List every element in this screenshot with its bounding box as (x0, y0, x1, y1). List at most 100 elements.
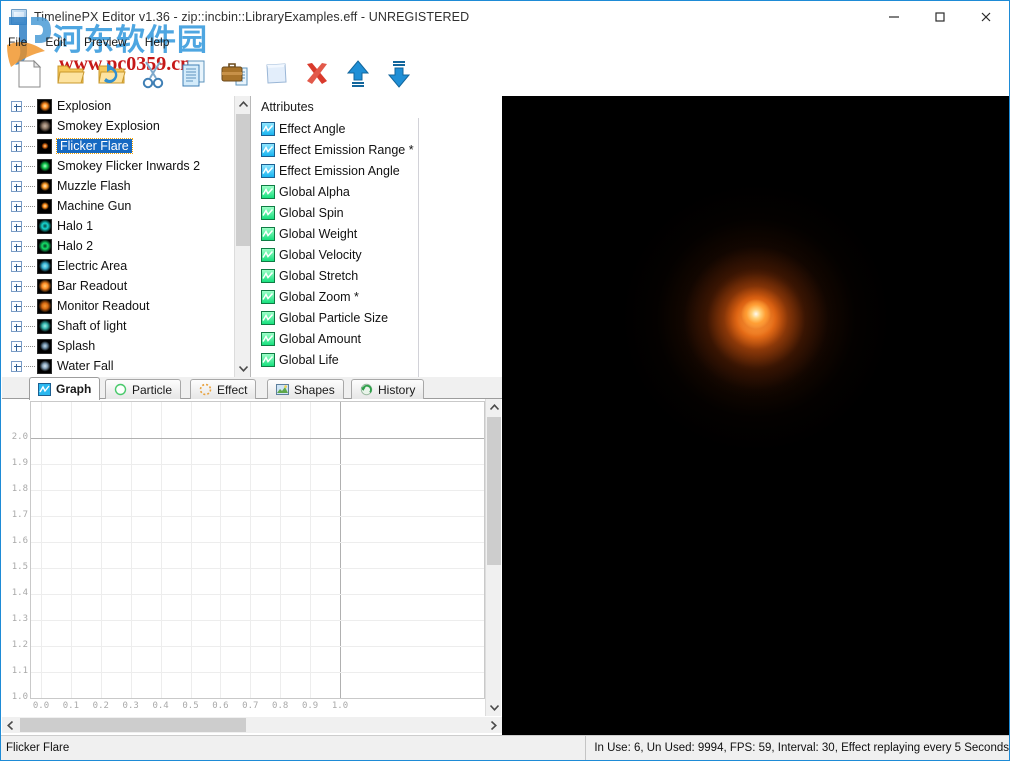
tree-item[interactable]: Halo 2 (2, 236, 234, 256)
tree-item[interactable]: Smokey Explosion (2, 116, 234, 136)
tree-item[interactable]: Electric Area (2, 256, 234, 276)
menu-item-file[interactable]: File (8, 35, 36, 49)
maximize-button[interactable] (917, 1, 963, 32)
status-runtime-info: In Use: 6, Un Used: 9994, FPS: 59, Inter… (586, 736, 1009, 761)
attribute-row[interactable]: Global Particle Size (252, 307, 502, 328)
copy-button[interactable] (173, 53, 214, 94)
effects-tree: ExplosionSmokey ExplosionFlicker FlareSm… (2, 96, 234, 376)
tree-item[interactable]: Water Fall (2, 356, 234, 376)
y-axis-tick-label: 1.0 (12, 692, 28, 702)
tree-scroll-down-button[interactable] (235, 360, 251, 377)
graph-scroll-left-button[interactable] (2, 717, 19, 733)
left-column: ExplosionSmokey ExplosionFlicker FlareSm… (1, 96, 502, 735)
duplicate-button[interactable] (255, 53, 296, 94)
expand-plus-icon[interactable] (11, 301, 22, 312)
reload-folder-button[interactable] (91, 53, 132, 94)
paste-button[interactable] (214, 53, 255, 94)
effects-tree-panel[interactable]: ExplosionSmokey ExplosionFlicker FlareSm… (2, 96, 251, 377)
tree-scroll-up-button[interactable] (235, 96, 251, 113)
tree-item[interactable]: Flicker Flare (2, 136, 234, 156)
graph-hscroll-thumb[interactable] (20, 718, 246, 732)
menu-item-preview[interactable]: Preview (84, 35, 136, 49)
tree-scroll-thumb[interactable] (236, 114, 250, 246)
new-document-icon (16, 59, 44, 89)
move-up-button[interactable] (337, 53, 378, 94)
grid-line-horizontal (31, 672, 484, 673)
grid-line-vertical (310, 402, 311, 698)
tree-item[interactable]: Muzzle Flash (2, 176, 234, 196)
tab-graph[interactable]: Graph (29, 377, 100, 400)
tree-item[interactable]: Shaft of light (2, 316, 234, 336)
expand-plus-icon[interactable] (11, 201, 22, 212)
expand-plus-icon[interactable] (11, 341, 22, 352)
tree-item[interactable]: Smokey Flicker Inwards 2 (2, 156, 234, 176)
graph-scroll-right-button[interactable] (485, 717, 502, 733)
move-down-button[interactable] (378, 53, 419, 94)
expand-plus-icon[interactable] (11, 261, 22, 272)
attribute-row[interactable]: Global Amount (252, 328, 502, 349)
tree-item[interactable]: Bar Readout (2, 276, 234, 296)
grid-line-vertical (131, 402, 132, 698)
attribute-label: Effect Emission Angle (279, 164, 400, 178)
tab-history[interactable]: History (351, 379, 424, 399)
grid-line-vertical (101, 402, 102, 698)
graph-panel[interactable]: 2.01.91.81.71.61.51.41.31.21.11.0 0.00.1… (2, 399, 502, 735)
attribute-row[interactable]: Effect Emission Angle (252, 160, 502, 181)
circle-icon (114, 383, 127, 396)
menu-item-edit[interactable]: Edit (45, 35, 75, 49)
tab-shapes[interactable]: Shapes (267, 379, 344, 399)
graph-scroll-thumb[interactable] (487, 417, 501, 565)
cut-button[interactable] (132, 53, 173, 94)
tree-item[interactable]: Machine Gun (2, 196, 234, 216)
attribute-row[interactable]: Global Stretch (252, 265, 502, 286)
attribute-label: Global Weight (279, 227, 357, 241)
tab-effect[interactable]: Effect (190, 379, 256, 399)
grid-line-horizontal (31, 438, 484, 439)
expand-plus-icon[interactable] (11, 161, 22, 172)
tree-item[interactable]: Monitor Readout (2, 296, 234, 316)
graph-vertical-scrollbar[interactable] (485, 399, 501, 716)
effect-thumbnail-icon (37, 339, 52, 354)
open-folder-button[interactable] (50, 53, 91, 94)
tree-vertical-scrollbar[interactable] (234, 96, 250, 377)
tab-particle[interactable]: Particle (105, 379, 181, 399)
expand-plus-icon[interactable] (11, 361, 22, 372)
duplicate-icon (262, 60, 290, 88)
graph-scroll-up-button[interactable] (486, 399, 502, 416)
attribute-row[interactable]: Global Spin (252, 202, 502, 223)
history-arrow-icon (360, 383, 373, 396)
attribute-row[interactable]: Global Life (252, 349, 502, 370)
delete-button[interactable] (296, 53, 337, 94)
attribute-row[interactable]: Global Velocity (252, 244, 502, 265)
tree-item[interactable]: Explosion (2, 96, 234, 116)
tree-item[interactable]: Splash (2, 336, 234, 356)
new-document-button[interactable] (9, 53, 50, 94)
expand-plus-icon[interactable] (11, 241, 22, 252)
attribute-row[interactable]: Effect Angle (252, 118, 502, 139)
expand-plus-icon[interactable] (11, 121, 22, 132)
expand-plus-icon[interactable] (11, 101, 22, 112)
attribute-row[interactable]: Global Weight (252, 223, 502, 244)
attribute-row[interactable]: Global Zoom * (252, 286, 502, 307)
effect-preview-viewport[interactable] (502, 96, 1009, 735)
expand-plus-icon[interactable] (11, 321, 22, 332)
graph-scroll-down-button[interactable] (486, 699, 502, 716)
attribute-graph-icon (261, 206, 275, 220)
expand-plus-icon[interactable] (11, 141, 22, 152)
minimize-button[interactable] (871, 1, 917, 32)
expand-plus-icon[interactable] (11, 181, 22, 192)
graph-horizontal-scrollbar[interactable] (2, 717, 502, 733)
attributes-panel[interactable]: Attributes Effect AngleEffect Emission R… (252, 96, 502, 377)
y-axis-tick-label: 1.4 (12, 588, 28, 598)
status-selected-effect: Flicker Flare (1, 736, 586, 761)
graph-plot-area[interactable] (30, 401, 485, 699)
tree-item[interactable]: Halo 1 (2, 216, 234, 236)
close-button[interactable] (963, 1, 1009, 32)
expand-plus-icon[interactable] (11, 281, 22, 292)
application-window: TimelinePX Editor v1.36 - zip::incbin::L… (0, 0, 1010, 761)
menu-item-help[interactable]: Help (145, 35, 179, 49)
attribute-row[interactable]: Global Alpha (252, 181, 502, 202)
attribute-row[interactable]: Effect Emission Range * (252, 139, 502, 160)
effect-thumbnail-icon (37, 139, 52, 154)
expand-plus-icon[interactable] (11, 221, 22, 232)
